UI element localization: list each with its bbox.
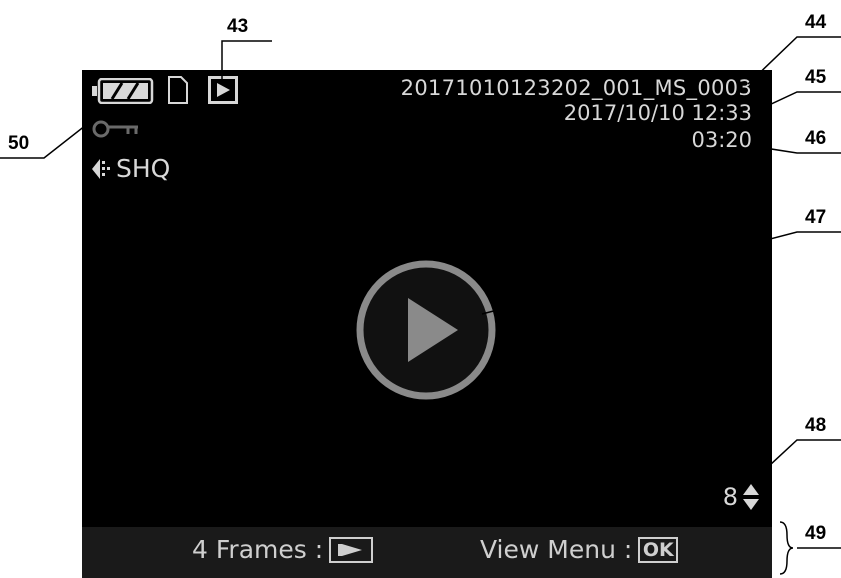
callout-47: 47 xyxy=(805,207,827,228)
quality-label: SHQ xyxy=(116,154,171,183)
view-menu-guide[interactable]: View Menu : OK xyxy=(480,535,679,564)
battery-icon xyxy=(92,78,154,104)
frames-label: 4 Frames : xyxy=(192,535,324,564)
callout-45: 45 xyxy=(805,67,827,88)
audio-quality-icon xyxy=(92,158,110,179)
play-key-icon xyxy=(329,536,374,563)
callout-48: 48 xyxy=(805,415,827,436)
callout-44: 44 xyxy=(805,12,827,33)
recording-duration: 03:20 xyxy=(691,128,752,152)
callout-49: 49 xyxy=(805,523,827,544)
view-menu-label: View Menu : xyxy=(480,535,633,564)
bottom-guide-bar: 4 Frames : View Menu : OK xyxy=(82,527,772,578)
up-down-arrow-icon xyxy=(743,484,759,510)
memory-card-icon xyxy=(168,76,188,104)
frames-guide[interactable]: 4 Frames : xyxy=(192,535,374,564)
callout-50: 50 xyxy=(8,133,30,154)
callout-43: 43 xyxy=(227,16,249,37)
audio-quality-indicator: SHQ xyxy=(90,154,170,183)
playback-mode-icon xyxy=(208,76,238,104)
key-icon xyxy=(92,120,138,138)
frame-count-indicator[interactable]: 8 xyxy=(723,482,760,512)
file-name: 20171010123202_001_MS_0003 xyxy=(400,76,752,100)
camera-lcd-screen: 20171010123202_001_MS_0003 2017/10/10 12… xyxy=(82,70,772,578)
callout-46: 46 xyxy=(805,128,827,149)
ok-key: OK xyxy=(638,536,679,563)
recording-date-time: 2017/10/10 12:33 xyxy=(563,101,752,125)
play-icon[interactable] xyxy=(354,258,498,402)
frame-count-value: 8 xyxy=(722,483,738,511)
